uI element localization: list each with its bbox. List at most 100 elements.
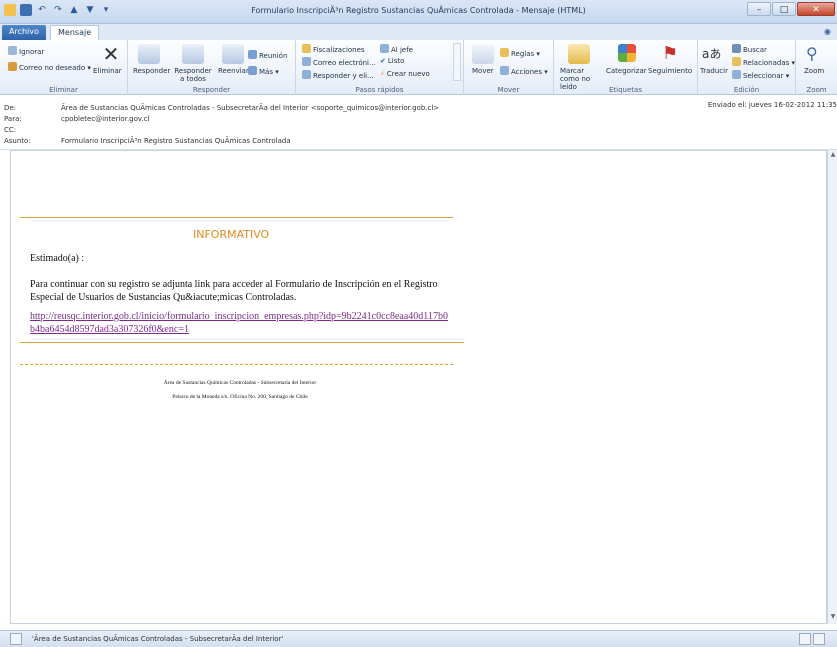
quickstep-crear-nuevo[interactable]: ⚡ Crear nuevo — [380, 70, 430, 78]
help-icon[interactable]: ◉ — [824, 27, 831, 36]
people-pane: 'Ãrea de Sustancias QuÃ­micas Controlada… — [0, 630, 837, 647]
to-label: Para: — [4, 115, 22, 123]
body-scrollbar[interactable]: ▲ ▼ — [827, 150, 837, 624]
actions-icon — [500, 66, 509, 75]
reply-all-button[interactable]: Responder a todos — [174, 67, 212, 83]
move-button[interactable]: Mover — [472, 67, 494, 75]
sent-value: jueves 16-02-2012 11:35 — [748, 101, 837, 109]
group-mover: Mover Reglas ▾ Acciones ▾ Mover — [464, 40, 554, 95]
quickstep-scroll[interactable] — [453, 43, 461, 81]
greeting: Estimado(a) : — [30, 253, 85, 264]
sender-name: 'Ãrea de Sustancias QuÃ­micas Controlada… — [32, 635, 284, 643]
translate-icon: aあ — [702, 47, 722, 61]
find-button[interactable]: Buscar — [732, 44, 767, 54]
reply-icon — [138, 44, 160, 64]
group-label-pasos: Pasos rápidos — [355, 86, 404, 94]
subject-value: Formulario InscripciÃ³n Registro Sustanc… — [61, 137, 291, 145]
move-icon — [472, 44, 494, 64]
sent-info: Enviado el: jueves 16-02-2012 11:35 — [708, 101, 837, 109]
meeting-icon — [248, 50, 257, 59]
ignore-icon — [8, 46, 17, 55]
group-label-etiquetas: Etiquetas — [609, 86, 642, 94]
quickstep-al-jefe[interactable]: Al jefe — [380, 44, 413, 54]
group-label-mover: Mover — [497, 86, 520, 94]
quickstep-correo[interactable]: Correo electróni... — [302, 57, 376, 67]
binoculars-icon — [732, 44, 741, 53]
magnifier-icon: ⚲ — [806, 44, 818, 63]
quickstep-fiscalizaciones[interactable]: Fiscalizaciones — [302, 44, 365, 54]
body-paragraph: Para continuar con su registro se adjunt… — [30, 279, 438, 303]
bottom-divider — [20, 342, 464, 343]
check-icon: ✔ — [380, 57, 386, 65]
subject-label: Asunto: — [4, 137, 31, 145]
related-icon — [732, 57, 741, 66]
reply-delete-icon — [302, 70, 311, 79]
close-button[interactable]: ✕ — [797, 2, 835, 16]
footer-address: Palacio de la Moneda s/n. Oficina No. 20… — [172, 394, 308, 400]
tab-message[interactable]: Mensaje — [50, 25, 100, 40]
from-value[interactable]: Ãrea de Sustancias QuÃ­micas Controladas… — [61, 104, 439, 112]
message-header: De: Ãrea de Sustancias QuÃ­micas Control… — [0, 96, 837, 150]
group-pasos-rapidos: Fiscalizaciones Correo electróni... Resp… — [296, 40, 464, 95]
forward-button[interactable]: Reenviar — [218, 67, 249, 75]
cc-label: CC: — [4, 126, 17, 134]
group-label-edicion: Edición — [733, 86, 760, 94]
zoom-button[interactable]: Zoom — [804, 67, 824, 75]
registration-link[interactable]: http://reusqc.interior.gob.cl/inicio/for… — [30, 310, 450, 336]
rules-button[interactable]: Reglas ▾ — [500, 48, 540, 58]
reply-all-icon — [182, 44, 204, 64]
contact-icon-2[interactable] — [813, 633, 825, 645]
reply-button[interactable]: Responder — [133, 67, 170, 75]
mail-icon — [302, 57, 311, 66]
tab-file[interactable]: Archivo — [2, 25, 46, 40]
rules-icon — [500, 48, 509, 57]
window-title: Formulario InscripciÃ³n Registro Sustanc… — [251, 6, 586, 15]
title-bar: ↶ ↷ ▲ ▼ ▾ Formulario InscripciÃ³n Regist… — [0, 0, 837, 24]
quickstep-listo[interactable]: ✔ Listo — [380, 57, 404, 65]
group-label-zoom: Zoom — [806, 86, 827, 94]
quickstep-responder[interactable]: Responder y eli... — [302, 70, 374, 80]
junk-icon — [8, 62, 17, 71]
group-label-eliminar: Eliminar — [49, 86, 78, 94]
from-label: De: — [4, 104, 17, 112]
lightning-icon: ⚡ — [380, 70, 385, 78]
ribbon: Ignorar Correo no deseado ▾ ✕ Eliminar E… — [0, 40, 837, 95]
more-button[interactable]: Más ▾ — [248, 66, 279, 76]
top-divider — [20, 217, 453, 218]
group-label-responder: Responder — [192, 86, 231, 94]
people-pane-icons — [799, 633, 825, 645]
junk-button[interactable]: Correo no deseado ▾ — [8, 62, 91, 72]
related-button[interactable]: Relacionadas ▾ — [732, 57, 795, 67]
group-etiquetas: Marcar como no leído Categorizar ⚑ Segui… — [554, 40, 698, 95]
more-icon — [248, 66, 257, 75]
group-zoom: ⚲ Zoom Zoom — [796, 40, 837, 95]
folder-icon — [302, 44, 311, 53]
avatar[interactable] — [10, 633, 22, 645]
envelope-icon — [568, 44, 590, 64]
actions-button[interactable]: Acciones ▾ — [500, 66, 548, 76]
categorize-button[interactable]: Categorizar — [606, 67, 647, 75]
group-responder: Responder Responder a todos Reenviar Reu… — [128, 40, 296, 95]
delete-icon[interactable]: ✕ — [100, 44, 122, 64]
translate-button[interactable]: Traducir — [700, 67, 728, 75]
message-body[interactable] — [10, 150, 827, 624]
forward-icon — [222, 44, 244, 64]
group-eliminar: Ignorar Correo no deseado ▾ ✕ Eliminar E… — [0, 40, 128, 95]
delete-button[interactable]: Eliminar — [93, 67, 122, 75]
to-value[interactable]: cpobletec@interior.gov.cl — [61, 115, 150, 123]
contact-icon[interactable] — [799, 633, 811, 645]
select-button[interactable]: Seleccionar ▾ — [732, 70, 789, 80]
forward-boss-icon — [380, 44, 389, 53]
scroll-down-icon[interactable]: ▼ — [829, 613, 837, 623]
minimize-button[interactable]: – — [747, 2, 771, 16]
followup-button[interactable]: Seguimiento — [648, 67, 692, 75]
maximize-button[interactable]: □ — [772, 2, 796, 16]
flag-icon: ⚑ — [662, 43, 679, 64]
ignore-button[interactable]: Ignorar — [8, 46, 44, 56]
informativo-heading: INFORMATIVO — [193, 228, 270, 241]
scroll-up-icon[interactable]: ▲ — [829, 151, 837, 161]
dashed-divider — [20, 364, 453, 365]
meeting-button[interactable]: Reunión — [248, 50, 287, 60]
sent-label: Enviado el: — [707, 101, 747, 109]
ribbon-tabs: Archivo Mensaje ◉ — [0, 24, 837, 40]
